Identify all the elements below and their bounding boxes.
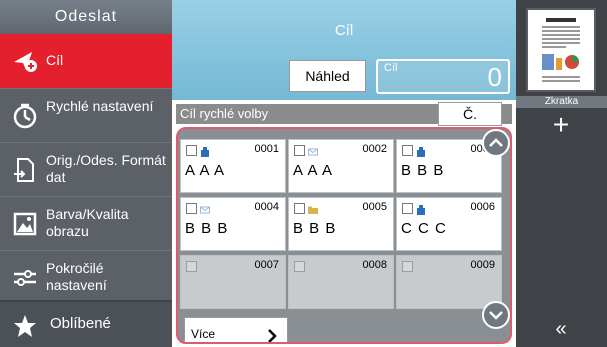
page-title: Cíl — [334, 22, 354, 39]
quick-dial-bar: Cíl rychlé volby Č. — [176, 102, 512, 126]
entry-number: 0005 — [362, 201, 387, 213]
send-screen: Odeslat Cíl Rychlé nastavení Orig./Odes.… — [0, 0, 607, 347]
sidebar-title: Odeslat — [0, 0, 172, 34]
entry-name: B B B — [401, 162, 445, 179]
group-contact-icon — [416, 202, 426, 215]
entry-checkbox[interactable] — [294, 261, 305, 272]
entry-number: 0001 — [254, 143, 279, 155]
star-icon — [12, 313, 38, 339]
main-panel: Cíl Náhled Cíl 0 Cíl rychlé volby Č. 000… — [172, 0, 516, 347]
chevron-up-icon — [489, 138, 503, 147]
sidebar-item-original-format[interactable]: Orig./Odes. Formát dat — [0, 142, 172, 196]
favorites-button[interactable]: Oblíbené — [0, 300, 172, 347]
image-quality-icon — [12, 211, 38, 237]
preview-button[interactable]: Náhled — [289, 60, 366, 92]
quick-dial-label: Cíl rychlé volby — [180, 106, 269, 121]
number-search-button[interactable]: Č. — [438, 102, 502, 126]
entry-name: A A A — [293, 162, 334, 179]
collapse-panel-button[interactable]: « — [546, 318, 576, 340]
entry-number: 0009 — [470, 259, 495, 271]
original-format-icon — [12, 157, 38, 183]
more-button[interactable]: Více — [184, 317, 288, 342]
entry-number: 0007 — [254, 259, 279, 271]
entry-name: A A A — [185, 162, 226, 179]
destination-count-value: 0 — [487, 62, 502, 92]
sidebar-item-destination[interactable]: Cíl — [0, 34, 172, 88]
sidebar-item-label: Cíl — [46, 52, 64, 68]
entry-checkbox[interactable] — [186, 203, 197, 214]
sidebar-item-image-quality[interactable]: Barva/Kvalita obrazu — [0, 196, 172, 250]
email-contact-icon — [200, 202, 210, 214]
entry-checkbox[interactable] — [294, 203, 305, 214]
entry-checkbox[interactable] — [402, 203, 413, 214]
entry-checkbox[interactable] — [402, 261, 413, 272]
document-preview-thumbnail[interactable] — [526, 8, 596, 92]
email-contact-icon — [308, 144, 318, 156]
chevron-down-icon — [489, 311, 503, 320]
shortcut-label: Zkratka — [516, 96, 607, 108]
folder-contact-icon — [308, 202, 318, 214]
send-target-icon — [12, 48, 38, 74]
quick-dial-entry[interactable]: 0009 — [396, 255, 502, 309]
destination-count-label: Cíl — [384, 62, 398, 74]
entry-number: 0004 — [254, 201, 279, 213]
entry-name: B B B — [185, 220, 229, 237]
sidebar-item-label: Barva/Kvalita obrazu — [46, 206, 129, 239]
entry-number: 0002 — [362, 143, 387, 155]
quick-dial-entry[interactable]: 0002 A A A — [288, 139, 394, 193]
quick-dial-entry[interactable]: 0004 B B B — [180, 197, 286, 251]
entry-number: 0008 — [362, 259, 387, 271]
right-panel: Zkratka + « — [516, 0, 607, 347]
entry-name: C C C — [401, 220, 447, 237]
entry-checkbox[interactable] — [294, 145, 305, 156]
quick-dial-entry[interactable]: 0001 A A A — [180, 139, 286, 193]
sidebar: Odeslat Cíl Rychlé nastavení Orig./Odes.… — [0, 0, 172, 347]
sidebar-item-label: Orig./Odes. Formát dat — [46, 152, 166, 185]
entry-checkbox[interactable] — [186, 261, 197, 272]
quick-setup-icon — [12, 103, 38, 129]
favorites-label: Oblíbené — [50, 315, 111, 332]
entry-checkbox[interactable] — [402, 145, 413, 156]
sidebar-item-advanced-settings[interactable]: Pokročilé nastavení — [0, 250, 172, 304]
destination-count[interactable]: Cíl 0 — [376, 59, 510, 94]
quick-dial-entry[interactable]: 0006 C C C — [396, 197, 502, 251]
sidebar-item-label: Pokročilé nastavení — [46, 260, 107, 293]
quick-dial-entry[interactable]: 0007 — [180, 255, 286, 309]
advanced-settings-icon — [12, 265, 38, 291]
group-contact-icon — [200, 144, 210, 157]
group-contact-icon — [416, 144, 426, 157]
scroll-up-button[interactable] — [482, 129, 510, 157]
entry-name: B B B — [293, 220, 337, 237]
add-shortcut-button[interactable]: + — [549, 111, 573, 139]
scroll-down-button[interactable] — [482, 301, 510, 329]
entry-checkbox[interactable] — [186, 145, 197, 156]
sidebar-item-quick-setup[interactable]: Rychlé nastavení — [0, 88, 172, 142]
more-button-label: Více — [191, 327, 216, 341]
header: Cíl Náhled Cíl 0 — [172, 0, 516, 100]
quick-dial-entry[interactable]: 0005 B B B — [288, 197, 394, 251]
quick-dial-entry[interactable]: 0008 — [288, 255, 394, 309]
sidebar-item-label: Rychlé nastavení — [46, 98, 154, 114]
chevron-right-icon — [265, 328, 279, 342]
quick-dial-grid: 0009000800070006C C C0005B B B0004B B B0… — [176, 127, 512, 344]
entry-number: 0006 — [470, 201, 495, 213]
